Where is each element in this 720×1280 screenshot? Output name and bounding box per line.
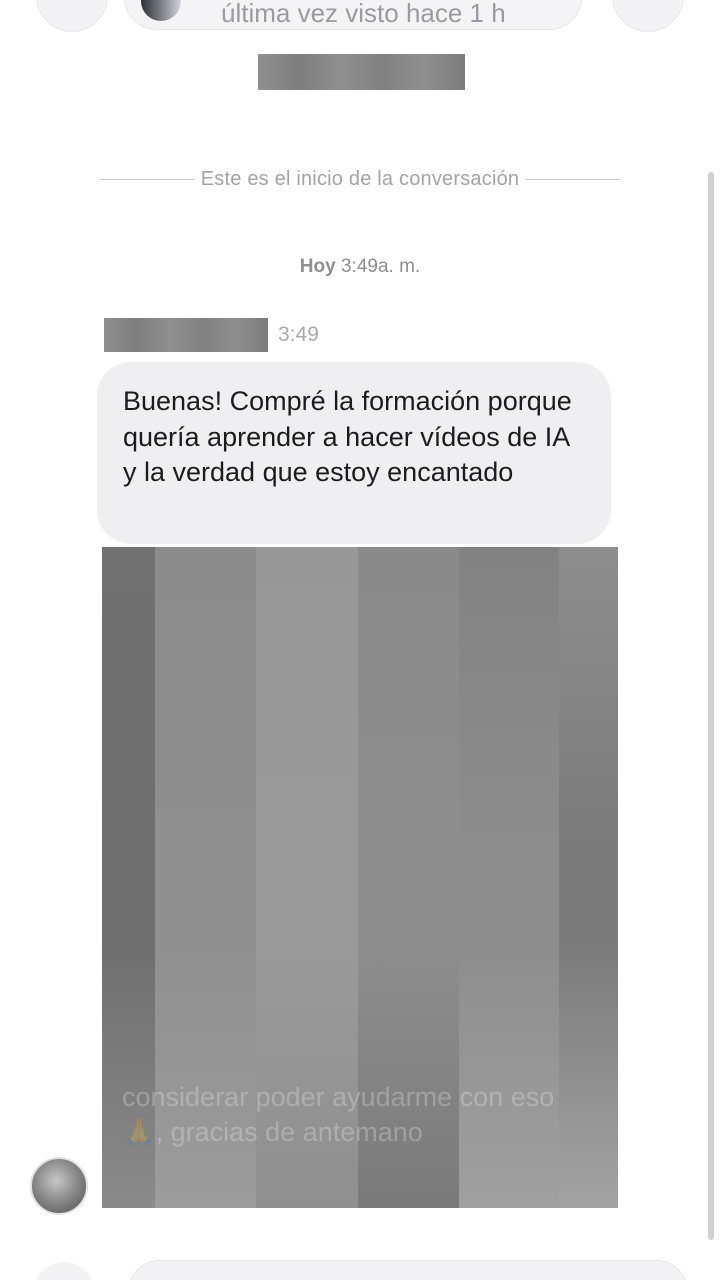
sender-name-redacted bbox=[104, 318, 268, 352]
media-pixel-column bbox=[459, 547, 559, 1208]
conversation-start-divider: Este es el inicio de la conversación bbox=[100, 166, 621, 192]
header-avatar bbox=[141, 0, 181, 21]
day-time: 3:49 bbox=[340, 256, 378, 277]
message-time: 3:49 bbox=[278, 323, 319, 346]
divider-line-right bbox=[525, 178, 621, 180]
media-pixel-column bbox=[559, 547, 618, 1208]
camera-button[interactable] bbox=[34, 1262, 94, 1280]
media-attachment-redacted[interactable] bbox=[102, 547, 618, 1208]
conversation-start-label: Este es el inicio de la conversación bbox=[200, 167, 520, 190]
media-pixel-column bbox=[358, 547, 459, 1208]
contact-header[interactable]: última vez visto hace 1 h bbox=[124, 0, 582, 30]
media-pixel-column bbox=[256, 547, 358, 1208]
scrollbar[interactable] bbox=[708, 172, 714, 1240]
back-button[interactable] bbox=[36, 0, 108, 32]
message-text: Buenas! Compré la formación porque querí… bbox=[123, 386, 572, 487]
call-button[interactable] bbox=[612, 0, 684, 32]
message-bubble[interactable]: Buenas! Compré la formación porque querí… bbox=[97, 362, 611, 544]
day-label: Hoy bbox=[299, 256, 336, 277]
contact-name-redacted bbox=[258, 54, 465, 90]
last-seen-status: última vez visto hace 1 h bbox=[221, 3, 506, 23]
divider-line-left bbox=[100, 178, 195, 180]
day-suffix: a. m. bbox=[377, 256, 421, 277]
day-timestamp: Hoy 3:49a. m. bbox=[0, 256, 720, 278]
media-pixel-column bbox=[155, 547, 256, 1208]
media-pixel-column bbox=[102, 547, 155, 1208]
sender-avatar[interactable] bbox=[30, 1157, 88, 1215]
message-input[interactable] bbox=[128, 1260, 688, 1280]
